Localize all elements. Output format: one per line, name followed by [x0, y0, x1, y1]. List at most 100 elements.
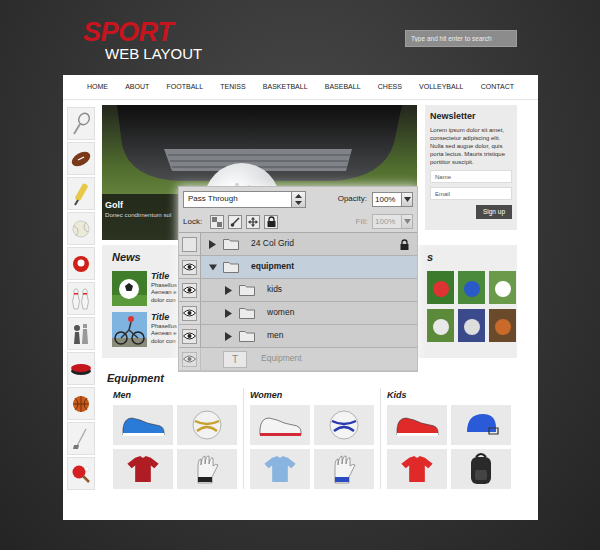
expand-toggle[interactable]	[225, 331, 233, 341]
news-thumbnail[interactable]	[112, 312, 147, 347]
opacity-field[interactable]: 100%	[372, 192, 402, 207]
product-thumbnail[interactable]	[387, 449, 447, 489]
golf-club-icon	[70, 427, 92, 451]
nav-item[interactable]: HOME	[87, 83, 108, 91]
sidebar-item[interactable]	[67, 422, 95, 455]
expand-toggle[interactable]	[225, 285, 233, 295]
visibility-toggle[interactable]	[179, 233, 201, 255]
nav-item[interactable]: CONTACT	[481, 83, 514, 91]
sidebar-item[interactable]	[67, 282, 95, 315]
layers-panel[interactable]: Pass ThroughOpacity:100%Lock:Fill:100%24…	[178, 186, 418, 372]
product-thumbnail[interactable]	[177, 405, 237, 445]
lock-button[interactable]	[246, 215, 260, 229]
product-thumbnail[interactable]	[250, 405, 310, 445]
sidebar-item[interactable]	[67, 387, 95, 420]
lock-transparency-icon	[212, 217, 222, 227]
product-grid	[250, 405, 374, 489]
gallery-thumbnail[interactable]	[489, 271, 516, 304]
site-logo[interactable]: SPORTWEB LAYOUT	[83, 0, 202, 62]
product-thumbnail[interactable]	[387, 405, 447, 445]
newsletter-field[interactable]	[430, 187, 512, 200]
gallery-thumbnail[interactable]	[427, 271, 454, 304]
visibility-toggle[interactable]	[179, 279, 201, 301]
backpack-icon	[467, 452, 495, 486]
visibility-toggle[interactable]	[179, 302, 201, 324]
equipment-title: Equipment	[107, 372, 512, 386]
expand-toggle[interactable]	[209, 239, 217, 249]
sidebar-item[interactable]	[67, 247, 95, 280]
expand-toggle[interactable]	[225, 308, 233, 318]
equipment-group: Kids	[380, 388, 517, 489]
gallery-thumbnail[interactable]	[458, 271, 485, 304]
newsletter-field[interactable]	[430, 170, 512, 183]
expand-toggle[interactable]	[209, 262, 217, 272]
lock-button[interactable]	[228, 215, 242, 229]
search-field[interactable]	[405, 30, 517, 47]
product-thumbnail[interactable]	[113, 449, 173, 489]
layer-name[interactable]: men	[267, 331, 284, 340]
product-thumbnail[interactable]	[177, 449, 237, 489]
nav-item[interactable]: VOLLEYBALL	[419, 83, 463, 91]
gallery-thumbnail[interactable]	[458, 309, 485, 342]
visibility-toggle[interactable]	[179, 325, 201, 347]
newsletter-box: NewsletterLorem ipsum dolor sit amet, co…	[425, 105, 517, 230]
nav-item[interactable]: BASEBALL	[325, 83, 361, 91]
group-title[interactable]: Men	[113, 390, 237, 401]
product-thumbnail[interactable]	[250, 449, 310, 489]
sidebar-item[interactable]	[67, 142, 95, 175]
layer-row[interactable]: men	[179, 325, 417, 348]
group-title[interactable]: Kids	[387, 390, 511, 401]
news-item-title[interactable]: Title	[151, 271, 177, 282]
product-grid	[387, 405, 511, 489]
news-item-text: dolor con	[151, 338, 177, 346]
layer-row[interactable]: women	[179, 302, 417, 325]
product-thumbnail[interactable]	[314, 405, 374, 445]
sidebar-item[interactable]	[67, 212, 95, 245]
sidebar-item[interactable]	[67, 352, 95, 385]
ball-icon	[328, 409, 360, 441]
nav-item[interactable]: TENISS	[220, 83, 245, 91]
opacity-label: Opacity:	[338, 195, 367, 203]
nav-item[interactable]: ABOUT	[125, 83, 149, 91]
visibility-toggle[interactable]	[179, 348, 201, 370]
layer-row[interactable]: equipment	[179, 256, 417, 279]
glove-icon	[190, 453, 224, 485]
layer-name[interactable]: Equipment	[261, 354, 302, 363]
hero-title: Golf	[105, 200, 175, 211]
layer-body: TEquipment	[201, 348, 417, 370]
product-thumbnail[interactable]	[451, 449, 511, 489]
blend-mode-dropdown[interactable]: Pass Through	[183, 191, 306, 208]
layer-row[interactable]: kids	[179, 279, 417, 302]
product-thumbnail[interactable]	[113, 405, 173, 445]
nav-item[interactable]: FOOTBALL	[167, 83, 204, 91]
layers-list: 24 Col Grid equipment kids women men TEquipme…	[179, 233, 417, 371]
news-item-title[interactable]: Title	[151, 312, 177, 323]
news-thumbnail[interactable]	[112, 271, 147, 306]
football-icon	[70, 148, 92, 170]
basketball-icon	[70, 393, 92, 415]
layer-row[interactable]: 24 Col Grid	[179, 233, 417, 256]
folder-icon	[239, 307, 255, 319]
gallery-thumbnail[interactable]	[489, 309, 516, 342]
sidebar-item[interactable]	[67, 457, 95, 490]
sidebar-item[interactable]	[67, 317, 95, 350]
nav-item[interactable]: CHESS	[378, 83, 402, 91]
layer-row[interactable]: TEquipment	[179, 348, 417, 371]
nav-item[interactable]: BASKETBALL	[263, 83, 308, 91]
news-item-text: Phasellus	[151, 323, 177, 331]
visibility-toggle[interactable]	[179, 256, 201, 278]
product-thumbnail[interactable]	[451, 405, 511, 445]
newsletter-text: Lorem ipsum dolor sit amet, consectetur …	[430, 126, 512, 166]
lock-button[interactable]	[210, 215, 224, 229]
sidebar-item[interactable]	[67, 107, 95, 140]
layer-name[interactable]: kids	[267, 285, 282, 294]
signup-button[interactable]: Sign up	[476, 205, 512, 219]
lock-button[interactable]	[264, 215, 278, 229]
gallery-thumbnail[interactable]	[427, 309, 454, 342]
product-thumbnail[interactable]	[314, 449, 374, 489]
group-title[interactable]: Women	[250, 390, 374, 401]
sidebar-item[interactable]	[67, 177, 95, 210]
layer-name[interactable]: 24 Col Grid	[251, 239, 294, 248]
layer-name[interactable]: women	[267, 308, 294, 317]
layer-name[interactable]: equipment	[251, 262, 294, 271]
